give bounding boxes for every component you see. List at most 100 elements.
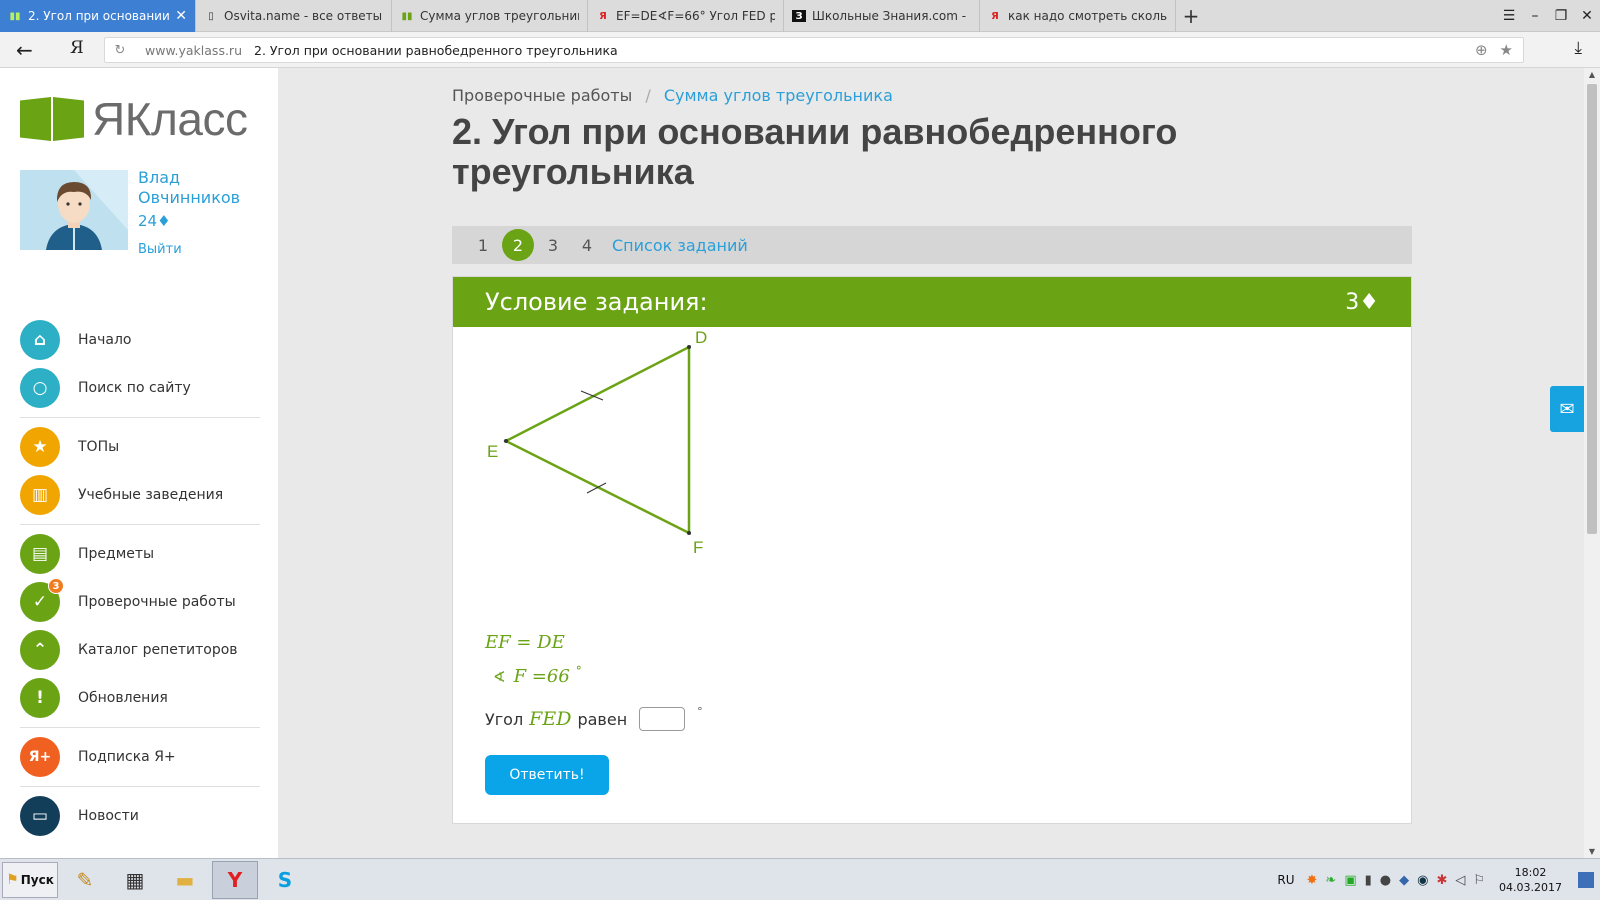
sidebar-nav: ⌂ Начало ○ Поиск по сайту ★ ТОПы ▥ Учебн… bbox=[20, 316, 260, 840]
sidebar-item-schools[interactable]: ▥ Учебные заведения bbox=[20, 471, 260, 519]
back-arrow-icon[interactable]: ← bbox=[16, 38, 33, 62]
network-icon[interactable]: ▮ bbox=[1365, 873, 1372, 888]
volume-icon[interactable]: ◁ bbox=[1455, 873, 1465, 888]
sidebar-item-subjects[interactable]: ▤ Предметы bbox=[20, 530, 260, 578]
clock-time: 18:02 bbox=[1514, 866, 1547, 879]
system-tray: RU ✸ ❧ ▣ ▮ ● ◆ ◉ ✱ ◁ ⚐ 18:02 04.03.2017 bbox=[1277, 859, 1600, 900]
label-d: D bbox=[695, 331, 707, 347]
sidebar-item-label: Поиск по сайту bbox=[78, 380, 191, 396]
breadcrumb-item[interactable]: Сумма углов треугольника bbox=[664, 86, 893, 105]
close-icon[interactable]: ✕ bbox=[175, 8, 187, 24]
logo[interactable]: ЯКласс bbox=[20, 92, 248, 146]
show-desktop-icon[interactable] bbox=[1578, 872, 1594, 888]
tab-label: как надо смотреть сколько bbox=[1008, 9, 1167, 23]
scroll-thumb[interactable] bbox=[1587, 84, 1597, 534]
avast-icon[interactable]: ✸ bbox=[1307, 873, 1318, 888]
new-tab-button[interactable]: + bbox=[1176, 0, 1206, 31]
start-label: Пуск bbox=[20, 872, 54, 887]
steam-icon[interactable]: ◉ bbox=[1417, 873, 1428, 888]
url-field[interactable]: ↻ www.yaklass.ru 2. Угол при основании р… bbox=[104, 37, 1524, 63]
tab-1[interactable]: ▮▮ 2. Угол при основании р ✕ bbox=[0, 0, 196, 32]
label-e: E bbox=[487, 442, 498, 461]
page-4-button[interactable]: 4 bbox=[570, 236, 604, 255]
url-icons: ⊕ ★ bbox=[1475, 41, 1513, 59]
tab-3[interactable]: ▮▮ Сумма углов треугольника bbox=[392, 0, 588, 32]
sidebar-item-tops[interactable]: ★ ТОПы bbox=[20, 423, 260, 471]
sidebar-item-label: Новости bbox=[78, 808, 139, 824]
breadcrumb-item[interactable]: Проверочные работы bbox=[452, 86, 632, 105]
leaf-icon[interactable]: ❧ bbox=[1325, 873, 1336, 888]
divider bbox=[20, 417, 260, 418]
star-icon: ★ bbox=[20, 427, 60, 467]
sidebar-item-tutors[interactable]: ⌃ Каталог репетиторов bbox=[20, 626, 260, 674]
tab-5[interactable]: З Школьные Знания.com - Ре bbox=[784, 0, 980, 32]
question-variable: FED bbox=[529, 708, 572, 730]
tab-4[interactable]: Я EF=DE∢F=66° Угол FED рав bbox=[588, 0, 784, 32]
download-icon[interactable]: ⤓ bbox=[1574, 38, 1582, 58]
page-3-button[interactable]: 3 bbox=[536, 236, 570, 255]
avatar[interactable] bbox=[20, 170, 128, 250]
sidebar: ЯКласс Влад Овчинников 24♦ Выйти ⌂ Начал… bbox=[0, 68, 278, 858]
flag-icon[interactable]: ⚐ bbox=[1473, 873, 1485, 888]
tab-6[interactable]: Я как надо смотреть сколько bbox=[980, 0, 1176, 32]
page-1-button[interactable]: 1 bbox=[466, 236, 500, 255]
sidebar-item-subscription[interactable]: Я+ Подписка Я+ bbox=[20, 733, 260, 781]
vertex-e bbox=[504, 439, 508, 443]
znanija-icon: З bbox=[792, 10, 806, 22]
book-icon: ▤ bbox=[20, 534, 60, 574]
tools-icon[interactable]: ✎ bbox=[62, 861, 108, 899]
check-icon: ✓ 3 bbox=[20, 578, 64, 622]
app-icon[interactable]: ✱ bbox=[1436, 873, 1447, 888]
task-card: Условие задания: 3♦ D E F EF = DE ∢ F =66… bbox=[452, 276, 1412, 824]
tab-label: Школьные Знания.com - Ре bbox=[812, 9, 971, 23]
page-2-button[interactable]: 2 bbox=[502, 229, 534, 261]
yandex-browser-icon[interactable]: Y bbox=[212, 860, 258, 899]
scroll-up-arrow-icon[interactable]: ▲ bbox=[1584, 70, 1600, 79]
reload-icon[interactable]: ↻ bbox=[105, 43, 135, 58]
question-suffix: равен bbox=[577, 709, 628, 729]
yandex-button[interactable]: Я bbox=[70, 38, 84, 58]
sidebar-item-home[interactable]: ⌂ Начало bbox=[20, 316, 260, 364]
user-name[interactable]: Влад Овчинников bbox=[138, 168, 268, 208]
menu-icon[interactable]: ☰ bbox=[1496, 8, 1522, 24]
start-button[interactable]: ⚑ Пуск bbox=[2, 861, 58, 898]
sidebar-item-label: Начало bbox=[78, 332, 132, 348]
protect-icon[interactable]: ⊕ bbox=[1475, 41, 1488, 59]
given-angle-value: F =66 bbox=[513, 666, 570, 687]
sidebar-item-label: Учебные заведения bbox=[78, 487, 224, 503]
close-window-icon[interactable]: ✕ bbox=[1574, 8, 1600, 24]
window-controls: ☰ – ❐ ✕ bbox=[1496, 0, 1600, 32]
minimize-icon[interactable]: – bbox=[1522, 8, 1548, 24]
media-player-icon[interactable]: ▦ bbox=[112, 861, 158, 899]
sidebar-item-search[interactable]: ○ Поиск по сайту bbox=[20, 364, 260, 412]
security-icon[interactable]: ▣ bbox=[1344, 873, 1356, 888]
submit-answer-button[interactable]: Ответить! bbox=[485, 755, 609, 795]
language-indicator[interactable]: RU bbox=[1277, 873, 1294, 887]
clock[interactable]: 18:02 04.03.2017 bbox=[1499, 865, 1562, 895]
news-icon: ▭ bbox=[20, 796, 60, 836]
restore-icon[interactable]: ❐ bbox=[1548, 8, 1574, 24]
feedback-mail-icon[interactable]: ✉ bbox=[1550, 386, 1584, 432]
page-title: 2. Угол при основании равнобедренного тр… bbox=[452, 111, 1178, 192]
divider bbox=[20, 786, 260, 787]
sidebar-item-updates[interactable]: ! Обновления bbox=[20, 674, 260, 722]
sync-icon[interactable]: ◆ bbox=[1399, 873, 1409, 888]
sidebar-item-label: ТОПы bbox=[78, 439, 120, 455]
sidebar-item-tests[interactable]: ✓ 3 Проверочные работы bbox=[20, 578, 260, 626]
vertical-scrollbar[interactable]: ▲ ▼ bbox=[1584, 68, 1600, 858]
tab-2[interactable]: ▯ Osvita.name - все ответы на bbox=[196, 0, 392, 32]
user-icon[interactable]: ● bbox=[1380, 873, 1391, 888]
task-list-link[interactable]: Список заданий bbox=[612, 236, 748, 255]
bookmark-star-icon[interactable]: ★ bbox=[1500, 41, 1513, 59]
vertex-d bbox=[687, 345, 691, 349]
sidebar-item-news[interactable]: ▭ Новости bbox=[20, 792, 260, 840]
answer-input[interactable] bbox=[639, 707, 686, 731]
skype-icon[interactable]: S bbox=[262, 861, 308, 899]
scroll-down-arrow-icon[interactable]: ▼ bbox=[1584, 847, 1600, 856]
logout-link[interactable]: Выйти bbox=[138, 242, 182, 257]
screen: ▮▮ 2. Угол при основании р ✕ ▯ Osvita.na… bbox=[0, 0, 1600, 900]
breadcrumb: Проверочные работы / Сумма углов треугол… bbox=[452, 86, 893, 105]
user-points: 24♦ bbox=[138, 212, 171, 230]
tab-label: Osvita.name - все ответы на bbox=[224, 9, 383, 23]
folder-icon[interactable]: ▬ bbox=[162, 861, 208, 899]
